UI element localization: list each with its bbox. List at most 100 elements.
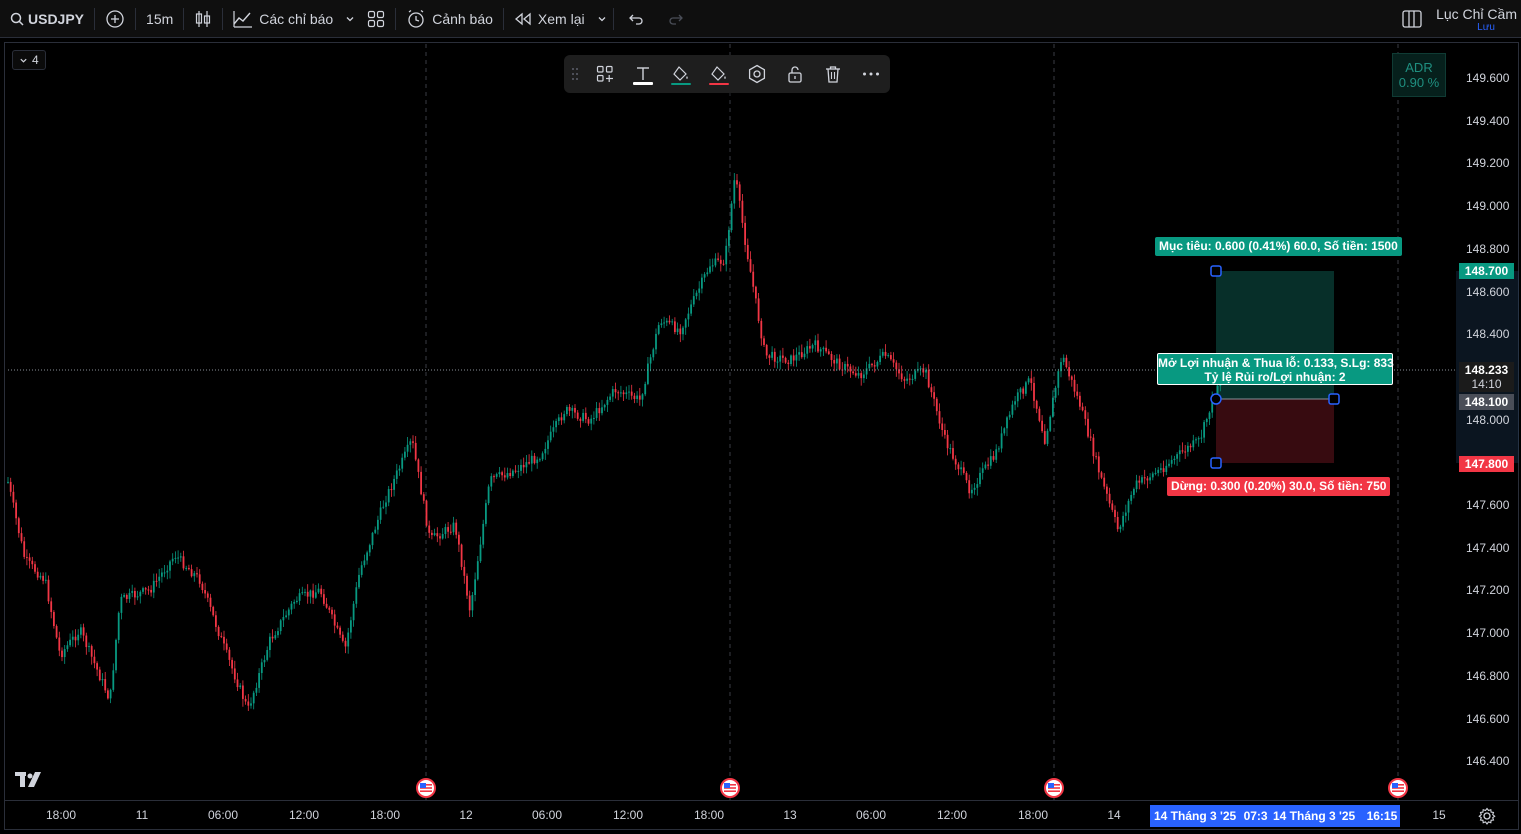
target-handle[interactable] [1210,265,1222,277]
candle-body [668,320,671,323]
pane-counter[interactable]: 4 [12,50,46,70]
candle-body [479,544,482,562]
candle-body [509,473,512,477]
chart-canvas[interactable] [0,0,1521,834]
candle-body [655,333,657,350]
candle-body [517,470,520,472]
candle-body [193,573,196,577]
candle-body [422,494,425,501]
range-start-date: 14 Tháng 3 '25 [1154,809,1237,823]
more-button[interactable] [852,55,890,93]
candle-body [255,687,258,693]
candle-body [317,588,320,593]
delete-button[interactable] [814,55,852,93]
candle-body [620,392,622,394]
price-tick-label: 149.600 [1466,71,1510,85]
candle-body [1119,526,1122,530]
candle-body [314,592,317,598]
candle-body [417,459,420,472]
candle-body [336,625,339,628]
price-tick-label: 147.000 [1466,626,1510,641]
candle-body [358,574,360,588]
candle-body [760,320,763,339]
us-flag-icon[interactable] [720,778,740,798]
settings-icon [748,64,766,84]
settings-button[interactable] [738,55,776,93]
candle-body [174,557,177,559]
candle-body [228,649,231,660]
axis-settings-icon[interactable] [1478,807,1496,825]
candle-body [215,615,217,627]
candle-body [144,588,147,590]
candle-body [1076,391,1079,396]
stop-handle[interactable] [1210,457,1222,469]
candle-body [304,591,306,593]
candle-body [1003,428,1006,434]
candle-body [868,363,871,369]
candle-body [377,519,379,530]
candle-body [490,476,493,487]
range-start-tag: 14 Tháng 3 '25 07:3 [1150,805,1269,827]
candle-body [458,534,460,545]
tradingview-logo-icon[interactable] [15,772,45,788]
candle-body [163,572,166,574]
us-flag-icon[interactable] [1388,778,1408,798]
candle-body [212,606,215,616]
candle-body [857,373,860,376]
candle-body [528,462,530,464]
candle-body [134,591,136,598]
candle-body [260,662,263,674]
width-handle[interactable] [1328,393,1340,405]
us-flag-icon[interactable] [1044,778,1064,798]
candle-body [930,387,933,393]
entry-handle[interactable] [1210,393,1222,405]
candle-body [544,448,547,454]
price-tick-label: 148.400 [1466,327,1510,342]
candle-body [360,565,363,575]
candle-body [26,556,28,558]
candle-body [752,271,755,287]
fill-color-button[interactable] [662,55,700,93]
candle-body [1124,512,1127,516]
candle-body [1184,451,1187,453]
candle-body [836,358,838,364]
candle-body [649,357,652,364]
candle-body [887,355,890,357]
candle-body [347,632,350,647]
candle-body [271,636,274,639]
candle-body [873,365,876,367]
drawing-toolbar [564,55,890,93]
candle-body [1178,450,1181,455]
candle-body [908,378,911,380]
candle-body [784,357,787,363]
candle-body [1106,486,1108,494]
candle-body [1122,515,1124,527]
add-tools-button[interactable] [586,55,624,93]
candle-body [644,383,647,395]
border-color-button[interactable] [700,55,738,93]
adr-indicator[interactable]: ADR 0.90 % [1392,53,1446,97]
candle-body [1138,480,1141,483]
candle-body [1043,431,1046,444]
candle-body [676,328,679,333]
drag-grip[interactable] [564,55,586,93]
candle-body [773,351,776,362]
text-color-button[interactable] [624,55,662,93]
us-flag-icon[interactable] [416,778,436,798]
lock-button[interactable] [776,55,814,93]
candle-body [530,455,533,464]
price-tick-label: 149.400 [1466,113,1510,128]
candle-body [792,355,795,361]
candle-body [1092,437,1095,457]
candle-body [557,417,560,422]
candle-body [139,591,142,597]
candle-body [285,615,287,618]
candle-body [987,464,989,466]
candle-body [169,561,171,571]
candle-body [1187,445,1189,452]
candle-body [790,355,792,365]
candle-body [1046,430,1049,444]
candle-body [298,593,301,601]
candle-body [641,394,644,400]
candle-body [1189,445,1192,448]
